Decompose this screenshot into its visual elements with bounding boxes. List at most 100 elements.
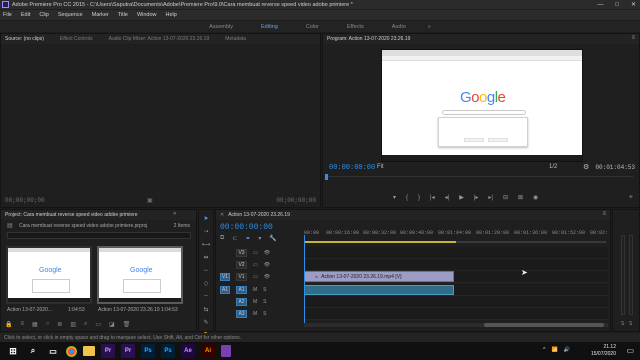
timeline-settings-icon[interactable]: 🔧 bbox=[269, 235, 276, 242]
settings-wrench-icon[interactable]: ⚙ bbox=[583, 163, 589, 171]
task-view-icon[interactable]: ▭ bbox=[46, 344, 60, 358]
network-icon[interactable]: 📶 bbox=[552, 347, 558, 353]
mark-in-icon[interactable]: { bbox=[406, 195, 408, 201]
toggle-track-output-icon[interactable]: 👁 bbox=[264, 274, 270, 280]
audio-clip[interactable] bbox=[304, 285, 454, 295]
nest-icon[interactable]: ⧉ bbox=[220, 235, 224, 242]
maximize-button[interactable]: □ bbox=[615, 2, 619, 8]
panel-menu-icon[interactable]: ≡ bbox=[602, 211, 606, 217]
mute-icon[interactable]: M bbox=[253, 311, 257, 317]
track-label[interactable]: A2 bbox=[236, 298, 247, 306]
pen-tool-icon[interactable]: ✎ bbox=[201, 317, 211, 327]
tab-source[interactable]: Source: (no clips) bbox=[5, 36, 44, 42]
chrome-icon[interactable] bbox=[66, 345, 77, 357]
taskbar-app-ae[interactable]: Ae bbox=[181, 344, 195, 358]
toggle-track-output-icon[interactable]: 👁 bbox=[264, 262, 270, 268]
menu-clip[interactable]: Clip bbox=[39, 12, 48, 18]
clear-icon[interactable]: 🗑 bbox=[123, 321, 131, 328]
rate-stretch-tool-icon[interactable]: ↔ bbox=[201, 265, 211, 275]
workspace-effects[interactable]: Effects bbox=[347, 24, 364, 30]
add-button-icon[interactable]: + bbox=[629, 194, 633, 201]
volume-icon[interactable]: 🔊 bbox=[564, 347, 570, 353]
taskbar-app-ai[interactable]: Ai bbox=[201, 344, 215, 358]
timeline-ruler[interactable]: 00:00 00:00:16:00 00:00:32:00 00:00:48:0… bbox=[304, 230, 608, 240]
tab-metadata[interactable]: Metadata bbox=[225, 36, 246, 42]
add-marker-icon[interactable]: ▾ bbox=[258, 235, 261, 242]
solo-icon[interactable]: S bbox=[263, 311, 266, 317]
tab-program[interactable]: Program: Action 13-07-2020 23.26.19 bbox=[327, 36, 410, 42]
search-icon[interactable]: ⌕ bbox=[26, 344, 40, 358]
menu-sequence[interactable]: Sequence bbox=[58, 12, 83, 18]
track-lane[interactable] bbox=[304, 296, 608, 308]
slide-tool-icon[interactable]: ⇆ bbox=[201, 304, 211, 314]
mark-out-icon[interactable]: } bbox=[418, 195, 420, 201]
new-bin-icon[interactable]: ▭ bbox=[95, 321, 101, 328]
video-clip[interactable]: fx Action 13-07-2020 23.26.19.mp4 [V] bbox=[304, 271, 454, 282]
project-search-input[interactable] bbox=[7, 232, 191, 239]
project-item-thumbnail[interactable]: Google bbox=[6, 246, 92, 304]
tab-sequence[interactable]: Action 13-07-2020 23.26.19 bbox=[228, 212, 290, 218]
sort-icon[interactable]: ≣ bbox=[57, 321, 62, 328]
track-label[interactable]: A3 bbox=[236, 310, 247, 318]
program-video-frame[interactable]: Google bbox=[381, 49, 583, 162]
source-patch-a1[interactable]: A1 bbox=[220, 286, 230, 294]
marker-icon[interactable]: ▾ bbox=[393, 194, 396, 201]
winrar-icon[interactable] bbox=[221, 345, 231, 357]
play-icon[interactable]: ▶ bbox=[459, 194, 464, 201]
source-patch-v1[interactable]: V1 bbox=[220, 273, 230, 281]
zoom-fit-dropdown[interactable]: Fit bbox=[377, 164, 384, 170]
toggle-sync-lock-icon[interactable]: ▭ bbox=[253, 250, 258, 256]
menu-marker[interactable]: Marker bbox=[92, 12, 109, 18]
project-item-thumbnail[interactable]: Google bbox=[97, 246, 183, 304]
automate-icon[interactable]: ▥ bbox=[70, 321, 76, 328]
lock-icon[interactable]: 🔒 bbox=[5, 321, 12, 328]
toggle-sync-lock-icon[interactable]: ▭ bbox=[253, 262, 258, 268]
panel-overflow-icon[interactable]: » bbox=[173, 211, 176, 217]
notification-icon[interactable]: ▭ bbox=[626, 346, 634, 355]
workspace-assembly[interactable]: Assembly bbox=[209, 24, 233, 30]
ripple-edit-tool-icon[interactable]: ⟷ bbox=[201, 239, 211, 249]
menu-window[interactable]: Window bbox=[137, 12, 157, 18]
icon-view-icon[interactable]: ▦ bbox=[32, 321, 38, 328]
menu-help[interactable]: Help bbox=[166, 12, 177, 18]
file-explorer-icon[interactable] bbox=[83, 346, 95, 356]
program-playhead[interactable] bbox=[325, 174, 328, 180]
workspace-audio[interactable]: Audio bbox=[392, 24, 406, 30]
toggle-sync-lock-icon[interactable]: ▭ bbox=[253, 274, 258, 280]
snap-icon[interactable]: ⊂ bbox=[232, 235, 237, 242]
solo-icon[interactable]: S bbox=[263, 299, 266, 305]
menu-file[interactable]: File bbox=[3, 12, 12, 18]
track-select-tool-icon[interactable]: ⇢ bbox=[201, 226, 211, 236]
timeline-timecode[interactable]: 00:00:00:00 bbox=[220, 223, 273, 232]
track-lane[interactable] bbox=[304, 247, 608, 259]
step-back-icon[interactable]: ◂| bbox=[445, 194, 450, 201]
program-timecode[interactable]: 00:00:00:00 bbox=[329, 164, 375, 172]
windows-start-icon[interactable]: ⊞ bbox=[6, 344, 20, 358]
slip-tool-icon[interactable]: ⇔ bbox=[201, 291, 211, 301]
new-item-icon[interactable]: ◪ bbox=[109, 321, 115, 328]
tab-audio-clip-mixer[interactable]: Audio Clip Mixer: Action 13-07-2020 23.2… bbox=[109, 36, 210, 42]
workspace-editing[interactable]: Editing bbox=[261, 24, 278, 30]
close-button[interactable]: ✕ bbox=[631, 1, 636, 8]
list-view-icon[interactable]: ≡ bbox=[20, 321, 24, 328]
rolling-edit-tool-icon[interactable]: ⇹ bbox=[201, 252, 211, 262]
zoom-slider-icon[interactable]: ○ bbox=[46, 321, 50, 328]
tab-project[interactable]: Project: Cara membuat reverse speed vide… bbox=[5, 212, 138, 218]
track-label[interactable]: V3 bbox=[236, 249, 247, 257]
taskbar-app-ps[interactable]: Ps bbox=[141, 344, 155, 358]
find-icon[interactable]: ⌕ bbox=[84, 321, 87, 328]
lift-icon[interactable]: ⊟ bbox=[503, 194, 508, 201]
track-label[interactable]: V1 bbox=[236, 273, 247, 281]
taskbar-app-pr[interactable]: Pr bbox=[121, 344, 135, 358]
extract-icon[interactable]: ⊠ bbox=[518, 194, 523, 201]
solo-left-icon[interactable]: S bbox=[621, 321, 624, 327]
export-frame-icon[interactable]: ◉ bbox=[533, 194, 538, 201]
panel-menu-icon[interactable]: ≡ bbox=[631, 35, 635, 41]
program-ruler[interactable] bbox=[327, 176, 633, 182]
selection-tool-icon[interactable]: ➤ bbox=[201, 213, 211, 223]
linked-selection-icon[interactable]: ⚭ bbox=[245, 235, 250, 242]
razor-tool-icon[interactable]: ◇ bbox=[201, 278, 211, 288]
tray-expand-icon[interactable]: ^ bbox=[543, 347, 545, 353]
minimize-button[interactable]: — bbox=[597, 2, 603, 8]
close-tab-icon[interactable]: ✕ bbox=[220, 212, 224, 218]
